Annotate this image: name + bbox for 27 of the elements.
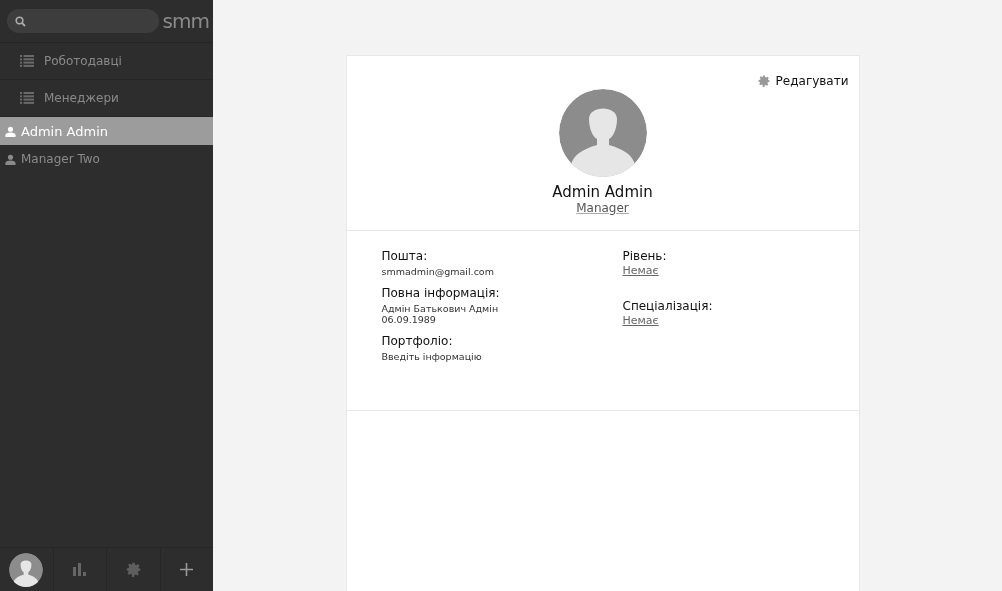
sidebar-item[interactable]: Роботодавці bbox=[0, 43, 213, 80]
avatar-button[interactable] bbox=[9, 552, 44, 587]
value-link[interactable]: Немає bbox=[622, 264, 659, 277]
list-icon bbox=[20, 55, 34, 67]
settings-icon[interactable] bbox=[125, 562, 141, 577]
settings-icon bbox=[757, 75, 770, 87]
field-label: Повна інформація: bbox=[381, 286, 501, 300]
search-icon bbox=[15, 15, 26, 27]
field-value: Введіть інформацію bbox=[381, 351, 483, 362]
sidebar-item[interactable]: Manager Two bbox=[0, 145, 213, 173]
field-label: Спеціалізація: bbox=[622, 299, 714, 313]
list-icon bbox=[20, 92, 34, 104]
field-value: Адмін Батькович Адмін 06.09.1989 bbox=[381, 303, 500, 325]
field-label: Портфоліо: bbox=[381, 334, 454, 348]
logo: smm bbox=[162, 9, 209, 33]
value-link[interactable]: Немає bbox=[622, 314, 659, 327]
field-label: Пошта: bbox=[381, 249, 429, 263]
add-icon[interactable] bbox=[180, 563, 194, 576]
chart-icon[interactable] bbox=[72, 563, 87, 576]
field-value: smmadmin@gmail.com bbox=[381, 266, 495, 277]
search-field[interactable] bbox=[7, 9, 159, 33]
field-label: Рівень: bbox=[622, 249, 668, 263]
person-icon bbox=[5, 125, 16, 137]
edit-link[interactable]: Редагувати bbox=[757, 74, 849, 88]
person-icon bbox=[5, 153, 16, 165]
profile-name: Admin Admin bbox=[552, 183, 653, 201]
role-link[interactable]: Manager bbox=[576, 201, 629, 215]
